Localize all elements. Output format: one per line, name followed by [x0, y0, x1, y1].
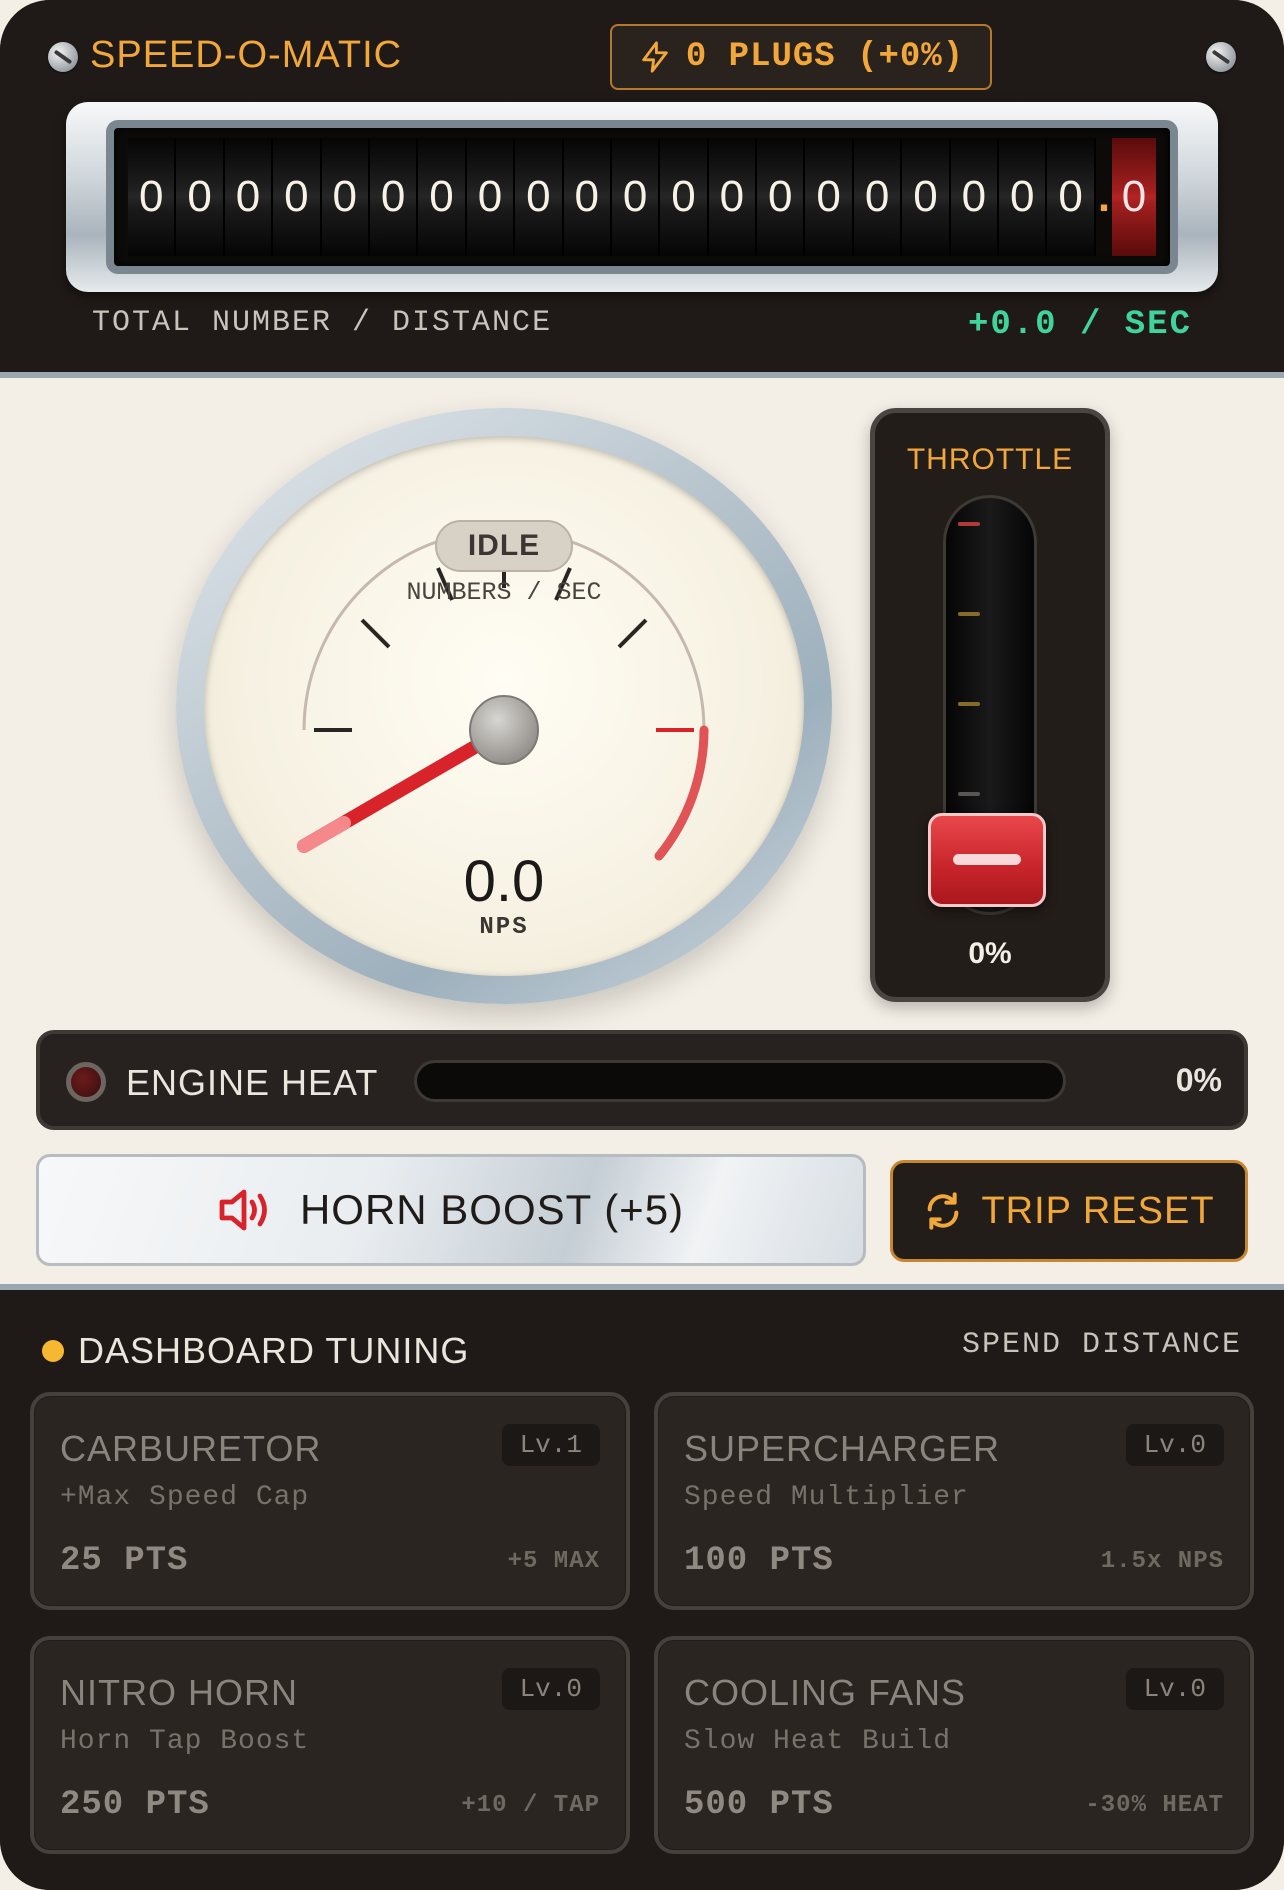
upgrade-name: NITRO HORN [60, 1672, 298, 1713]
throttle-tick [958, 792, 980, 796]
upgrade-level: Lv.1 [501, 1424, 600, 1466]
odometer-label: TOTAL NUMBER / DISTANCE [92, 306, 553, 340]
upgrade-effect: 1.5x NPS [1100, 1548, 1224, 1575]
upgrade-description: Speed Multiplier [684, 1482, 969, 1513]
screw-icon [48, 42, 78, 72]
odometer-digit: 0 [563, 138, 612, 256]
upgrade-description: +Max Speed Cap [60, 1482, 310, 1513]
dashboard-panel: IDLE NUMBERS / SEC 0.0 NPS THROTTLE 0% E… [0, 372, 1284, 1290]
gauge-unit-top: NUMBERS / SEC [406, 578, 602, 607]
odometer-digit: 0 [902, 138, 951, 256]
horn-boost-button[interactable]: HORN BOOST (+5) [36, 1154, 866, 1266]
odometer-digit: 0 [1047, 138, 1096, 256]
odometer-frame: 00000000000000000000.0 [66, 102, 1218, 292]
upgrade-description: Slow Heat Build [684, 1726, 952, 1757]
plugs-label: 0 PLUGS (+0%) [685, 38, 965, 76]
upgrade-cost: 25 PTS [60, 1542, 189, 1580]
upgrade-description: Horn Tap Boost [60, 1726, 310, 1757]
upgrade-name: COOLING FANS [684, 1672, 967, 1713]
tuning-title: DASHBOARD TUNING [78, 1330, 470, 1371]
upgrade-name: CARBURETOR [60, 1428, 322, 1469]
engine-heat-bar: ENGINE HEAT 0% [36, 1030, 1248, 1130]
upgrade-name: SUPERCHARGER [684, 1428, 1001, 1469]
upgrade-card-carburetor[interactable]: CARBURETOR Lv.1 +Max Speed Cap 25 PTS +5… [30, 1392, 630, 1610]
upgrade-cost: 500 PTS [684, 1786, 834, 1824]
speaker-icon [219, 1189, 267, 1231]
odometer-digit: 0 [708, 138, 758, 256]
odometer: 00000000000000000000.0 [106, 120, 1178, 274]
lightning-icon [642, 41, 668, 73]
status-dot-icon [42, 1340, 64, 1362]
odometer-digit: 0 [950, 138, 1000, 256]
odometer-digit: 0 [321, 138, 370, 256]
upgrade-card-cooling-fans[interactable]: COOLING FANS Lv.0 Slow Heat Build 500 PT… [654, 1636, 1254, 1854]
throttle-tick [958, 612, 980, 616]
heat-indicator-icon [66, 1062, 106, 1102]
tuning-section: DASHBOARD TUNING SPEND DISTANCE CARBURET… [0, 1290, 1284, 1890]
rate-readout: +0.0 / SEC [967, 306, 1192, 344]
odometer-digit: 0 [128, 138, 177, 256]
brand-title: SPEED-O-MATIC [90, 34, 403, 76]
heat-progress-track [414, 1060, 1066, 1102]
upgrade-level: Lv.0 [1125, 1424, 1224, 1466]
throttle-tick [958, 702, 980, 706]
heat-label: ENGINE HEAT [126, 1062, 379, 1103]
trip-reset-button[interactable]: TRIP RESET [890, 1160, 1248, 1262]
horn-boost-label: HORN BOOST (+5) [299, 1186, 685, 1233]
throttle-control: THROTTLE 0% [870, 408, 1110, 1002]
odometer-digit: 0 [273, 138, 322, 256]
upgrade-cost: 100 PTS [684, 1542, 834, 1580]
refresh-icon [928, 1192, 959, 1230]
trip-reset-label: TRIP RESET [981, 1189, 1215, 1232]
throttle-tick [958, 522, 980, 526]
speed-gauge: IDLE NUMBERS / SEC 0.0 NPS [176, 408, 832, 1004]
odometer-digit: 0 [805, 138, 854, 256]
upgrade-card-supercharger[interactable]: SUPERCHARGER Lv.0 Speed Multiplier 100 P… [654, 1392, 1254, 1610]
gauge-unit: NPS [479, 914, 529, 941]
header: SPEED-O-MATIC 0 PLUGS (+0%) 000000000000… [0, 0, 1284, 372]
throttle-percent: 0% [968, 937, 1012, 970]
odometer-digit: 0 [999, 138, 1048, 256]
odometer-digit: 0 [515, 138, 564, 256]
odometer-digit: 0 [853, 138, 903, 256]
gauge-needle-tip [297, 816, 351, 853]
odometer-digit: 0 [224, 138, 274, 256]
gauge-hub [469, 695, 539, 765]
upgrade-card-nitro-horn[interactable]: NITRO HORN Lv.0 Horn Tap Boost 250 PTS +… [30, 1636, 630, 1854]
odometer-digit: 0 [660, 138, 709, 256]
odometer-digit: 0 [611, 138, 661, 256]
throttle-title: THROTTLE [906, 443, 1074, 476]
odometer-digit: 0 [369, 138, 419, 256]
upgrade-cost: 250 PTS [60, 1786, 210, 1824]
odometer-digit: 0 [757, 138, 806, 256]
odometer-digit: 0 [418, 138, 467, 256]
upgrade-effect: +10 / TAP [461, 1792, 600, 1819]
odometer-decimal-digit: 0 [1112, 138, 1157, 256]
odometer-digit: 0 [466, 138, 516, 256]
app-window: SPEED-O-MATIC 0 PLUGS (+0%) 000000000000… [0, 0, 1284, 1890]
upgrade-level: Lv.0 [1125, 1668, 1224, 1710]
throttle-handle[interactable] [928, 813, 1046, 907]
gauge-value: 0.0 [463, 849, 545, 914]
spend-label: SPEND DISTANCE [961, 1328, 1242, 1362]
odometer-decimal-point: . [1097, 172, 1111, 221]
upgrade-effect: +5 MAX [507, 1548, 600, 1575]
upgrade-level: Lv.0 [501, 1668, 600, 1710]
screw-icon [1206, 42, 1236, 72]
odometer-digit: 0 [176, 138, 225, 256]
upgrade-effect: -30% HEAT [1085, 1792, 1224, 1819]
heat-percent: 0% [1175, 1062, 1222, 1098]
plugs-counter[interactable]: 0 PLUGS (+0%) [610, 24, 992, 90]
